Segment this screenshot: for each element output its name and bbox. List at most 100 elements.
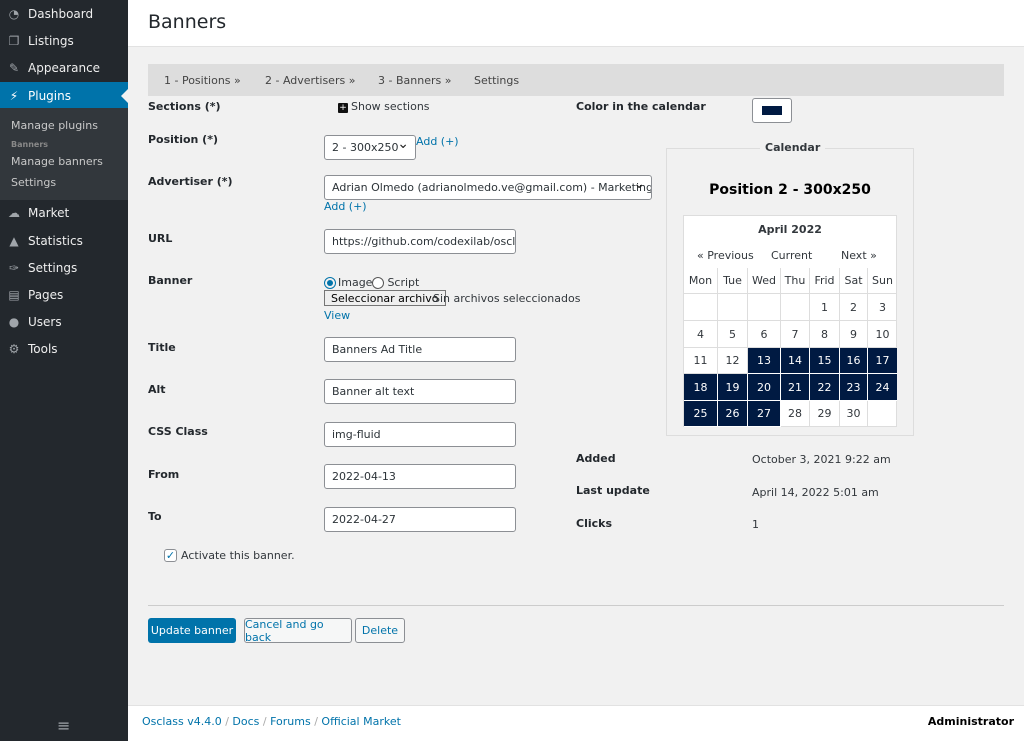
sidebar-item-pages[interactable]: ▤ Pages xyxy=(0,281,128,308)
from-label: From xyxy=(148,468,180,481)
position-select[interactable]: 2 - 300x250 xyxy=(324,135,416,160)
weekday-header: Sun xyxy=(868,268,897,294)
add-advertiser-link[interactable]: Add (+) xyxy=(324,200,367,213)
choose-file-button[interactable]: Seleccionar archivo xyxy=(324,290,446,306)
gears-icon: ⚙ xyxy=(8,341,20,356)
plugins-submenu: Manage plugins Banners Manage banners Se… xyxy=(0,108,128,200)
submenu-manage-banners[interactable]: Manage banners xyxy=(11,155,103,168)
alt-input[interactable]: Banner alt text xyxy=(324,379,516,404)
sidebar-item-users[interactable]: ● Users xyxy=(0,308,128,335)
calendar-current[interactable]: Current xyxy=(771,249,812,262)
sidebar-item-appearance[interactable]: ✎ Appearance xyxy=(0,54,128,81)
brush-icon: ✎ xyxy=(8,60,20,75)
user-icon: ● xyxy=(8,314,20,329)
radio-image[interactable] xyxy=(324,276,336,289)
add-position-link[interactable]: Add (+) xyxy=(416,135,459,148)
to-date-input[interactable]: 2022-04-27 xyxy=(324,507,516,532)
radio-script-label: Script xyxy=(387,276,420,289)
sidebar-item-listings[interactable]: ❐ Listings xyxy=(0,27,128,54)
calendar-heading: Position 2 - 300x250 xyxy=(709,182,871,198)
calendar-day: 22 xyxy=(810,374,840,401)
color-label: Color in the calendar xyxy=(576,100,706,113)
sidebar-item-label: Users xyxy=(28,314,62,329)
tab-advertisers[interactable]: 2 - Advertisers » xyxy=(265,74,355,87)
clicks-value: 1 xyxy=(752,518,759,531)
added-value: October 3, 2021 9:22 am xyxy=(752,453,891,466)
weekday-header: Thu xyxy=(781,268,810,294)
calendar-day xyxy=(868,401,897,427)
weekday-header: Sat xyxy=(840,268,868,294)
calendar-next[interactable]: Next » xyxy=(841,249,877,262)
cancel-button[interactable]: Cancel and go back xyxy=(244,618,352,644)
banner-type-radios: Image Script xyxy=(324,276,419,289)
wrench-icon: ✑ xyxy=(8,260,20,275)
collapse-menu-icon[interactable]: ≡ xyxy=(57,716,70,735)
footer-forums-link[interactable]: Forums xyxy=(270,715,311,728)
sidebar-item-statistics[interactable]: ▲ Statistics xyxy=(0,227,128,254)
calendar-day: 26 xyxy=(718,401,748,427)
calendar-day: 3 xyxy=(868,294,897,321)
calendar-day xyxy=(748,294,781,321)
sidebar-item-dashboard[interactable]: ◔ Dashboard xyxy=(0,0,128,27)
submenu-settings[interactable]: Settings xyxy=(11,176,56,189)
sidebar-item-plugins[interactable]: ⚡ Plugins xyxy=(0,82,128,109)
weekday-header: Frid xyxy=(810,268,840,294)
file-status: Sin archivos seleccionados xyxy=(433,292,581,305)
update-banner-button[interactable]: Update banner xyxy=(148,618,236,643)
calendar-legend: Calendar xyxy=(760,141,826,154)
sidebar-item-label: Plugins xyxy=(28,88,71,103)
last-update-label: Last update xyxy=(576,484,650,497)
delete-button[interactable]: Delete xyxy=(355,618,405,643)
activate-checkbox[interactable]: ✓ xyxy=(164,549,177,562)
submenu-manage-plugins[interactable]: Manage plugins xyxy=(11,119,98,132)
title-label: Title xyxy=(148,341,176,354)
calendar-day: 27 xyxy=(748,401,781,427)
css-class-input[interactable]: img-fluid xyxy=(324,422,516,447)
footer-docs-link[interactable]: Docs xyxy=(232,715,259,728)
submenu-group-banners: Banners xyxy=(11,140,49,149)
position-value: 2 - 300x250 xyxy=(332,141,399,154)
calendar-day: 9 xyxy=(840,321,868,348)
footer: Osclass v4.4.0 / Docs / Forums / Officia… xyxy=(128,705,1024,741)
page-title: Banners xyxy=(148,11,227,33)
sidebar-item-label: Settings xyxy=(28,260,78,275)
show-sections-toggle[interactable]: + Show sections xyxy=(338,100,430,113)
footer-version-link[interactable]: Osclass v4.4.0 xyxy=(142,715,222,728)
tab-banners[interactable]: 3 - Banners » xyxy=(378,74,451,87)
page-icon: ▤ xyxy=(8,287,20,302)
last-update-value: April 14, 2022 5:01 am xyxy=(752,486,879,499)
weekday-header: Wed xyxy=(748,268,781,294)
calendar-day: 6 xyxy=(748,321,781,348)
url-input[interactable]: https://github.com/codexilab/oscla xyxy=(324,229,516,254)
weekday-header: Tue xyxy=(718,268,748,294)
calendar-day: 30 xyxy=(840,401,868,427)
calendar-day xyxy=(718,294,748,321)
position-label: Position (*) xyxy=(148,133,218,146)
tab-positions[interactable]: 1 - Positions » xyxy=(164,74,241,87)
sidebar-item-tools[interactable]: ⚙ Tools xyxy=(0,335,128,362)
sidebar-item-market[interactable]: ☁ Market xyxy=(0,199,128,226)
calendar-day xyxy=(684,294,718,321)
calendar-prev[interactable]: « Previous xyxy=(697,249,754,262)
calendar-day: 4 xyxy=(684,321,718,348)
title-input[interactable]: Banners Ad Title xyxy=(324,337,516,362)
sidebar-item-settings[interactable]: ✑ Settings xyxy=(0,254,128,281)
css-class-label: CSS Class xyxy=(148,425,208,438)
view-banner-link[interactable]: View xyxy=(324,309,350,322)
added-label: Added xyxy=(576,452,616,465)
from-date-input[interactable]: 2022-04-13 xyxy=(324,464,516,489)
calendar-day: 19 xyxy=(718,374,748,401)
advertiser-select[interactable]: Adrian Olmedo (adrianolmedo.ve@gmail.com… xyxy=(324,175,652,200)
banner-label: Banner xyxy=(148,274,193,287)
activate-label: Activate this banner. xyxy=(181,549,295,562)
footer-market-link[interactable]: Official Market xyxy=(321,715,401,728)
dashboard-icon: ◔ xyxy=(8,6,20,21)
tab-settings[interactable]: Settings xyxy=(474,74,519,87)
color-picker[interactable] xyxy=(752,98,792,123)
calendar-month: April 2022 xyxy=(758,223,822,236)
alt-label: Alt xyxy=(148,383,166,396)
calendar-day: 28 xyxy=(781,401,810,427)
calendar-day: 18 xyxy=(684,374,718,401)
radio-script[interactable] xyxy=(372,276,385,289)
calendar-day: 2 xyxy=(840,294,868,321)
